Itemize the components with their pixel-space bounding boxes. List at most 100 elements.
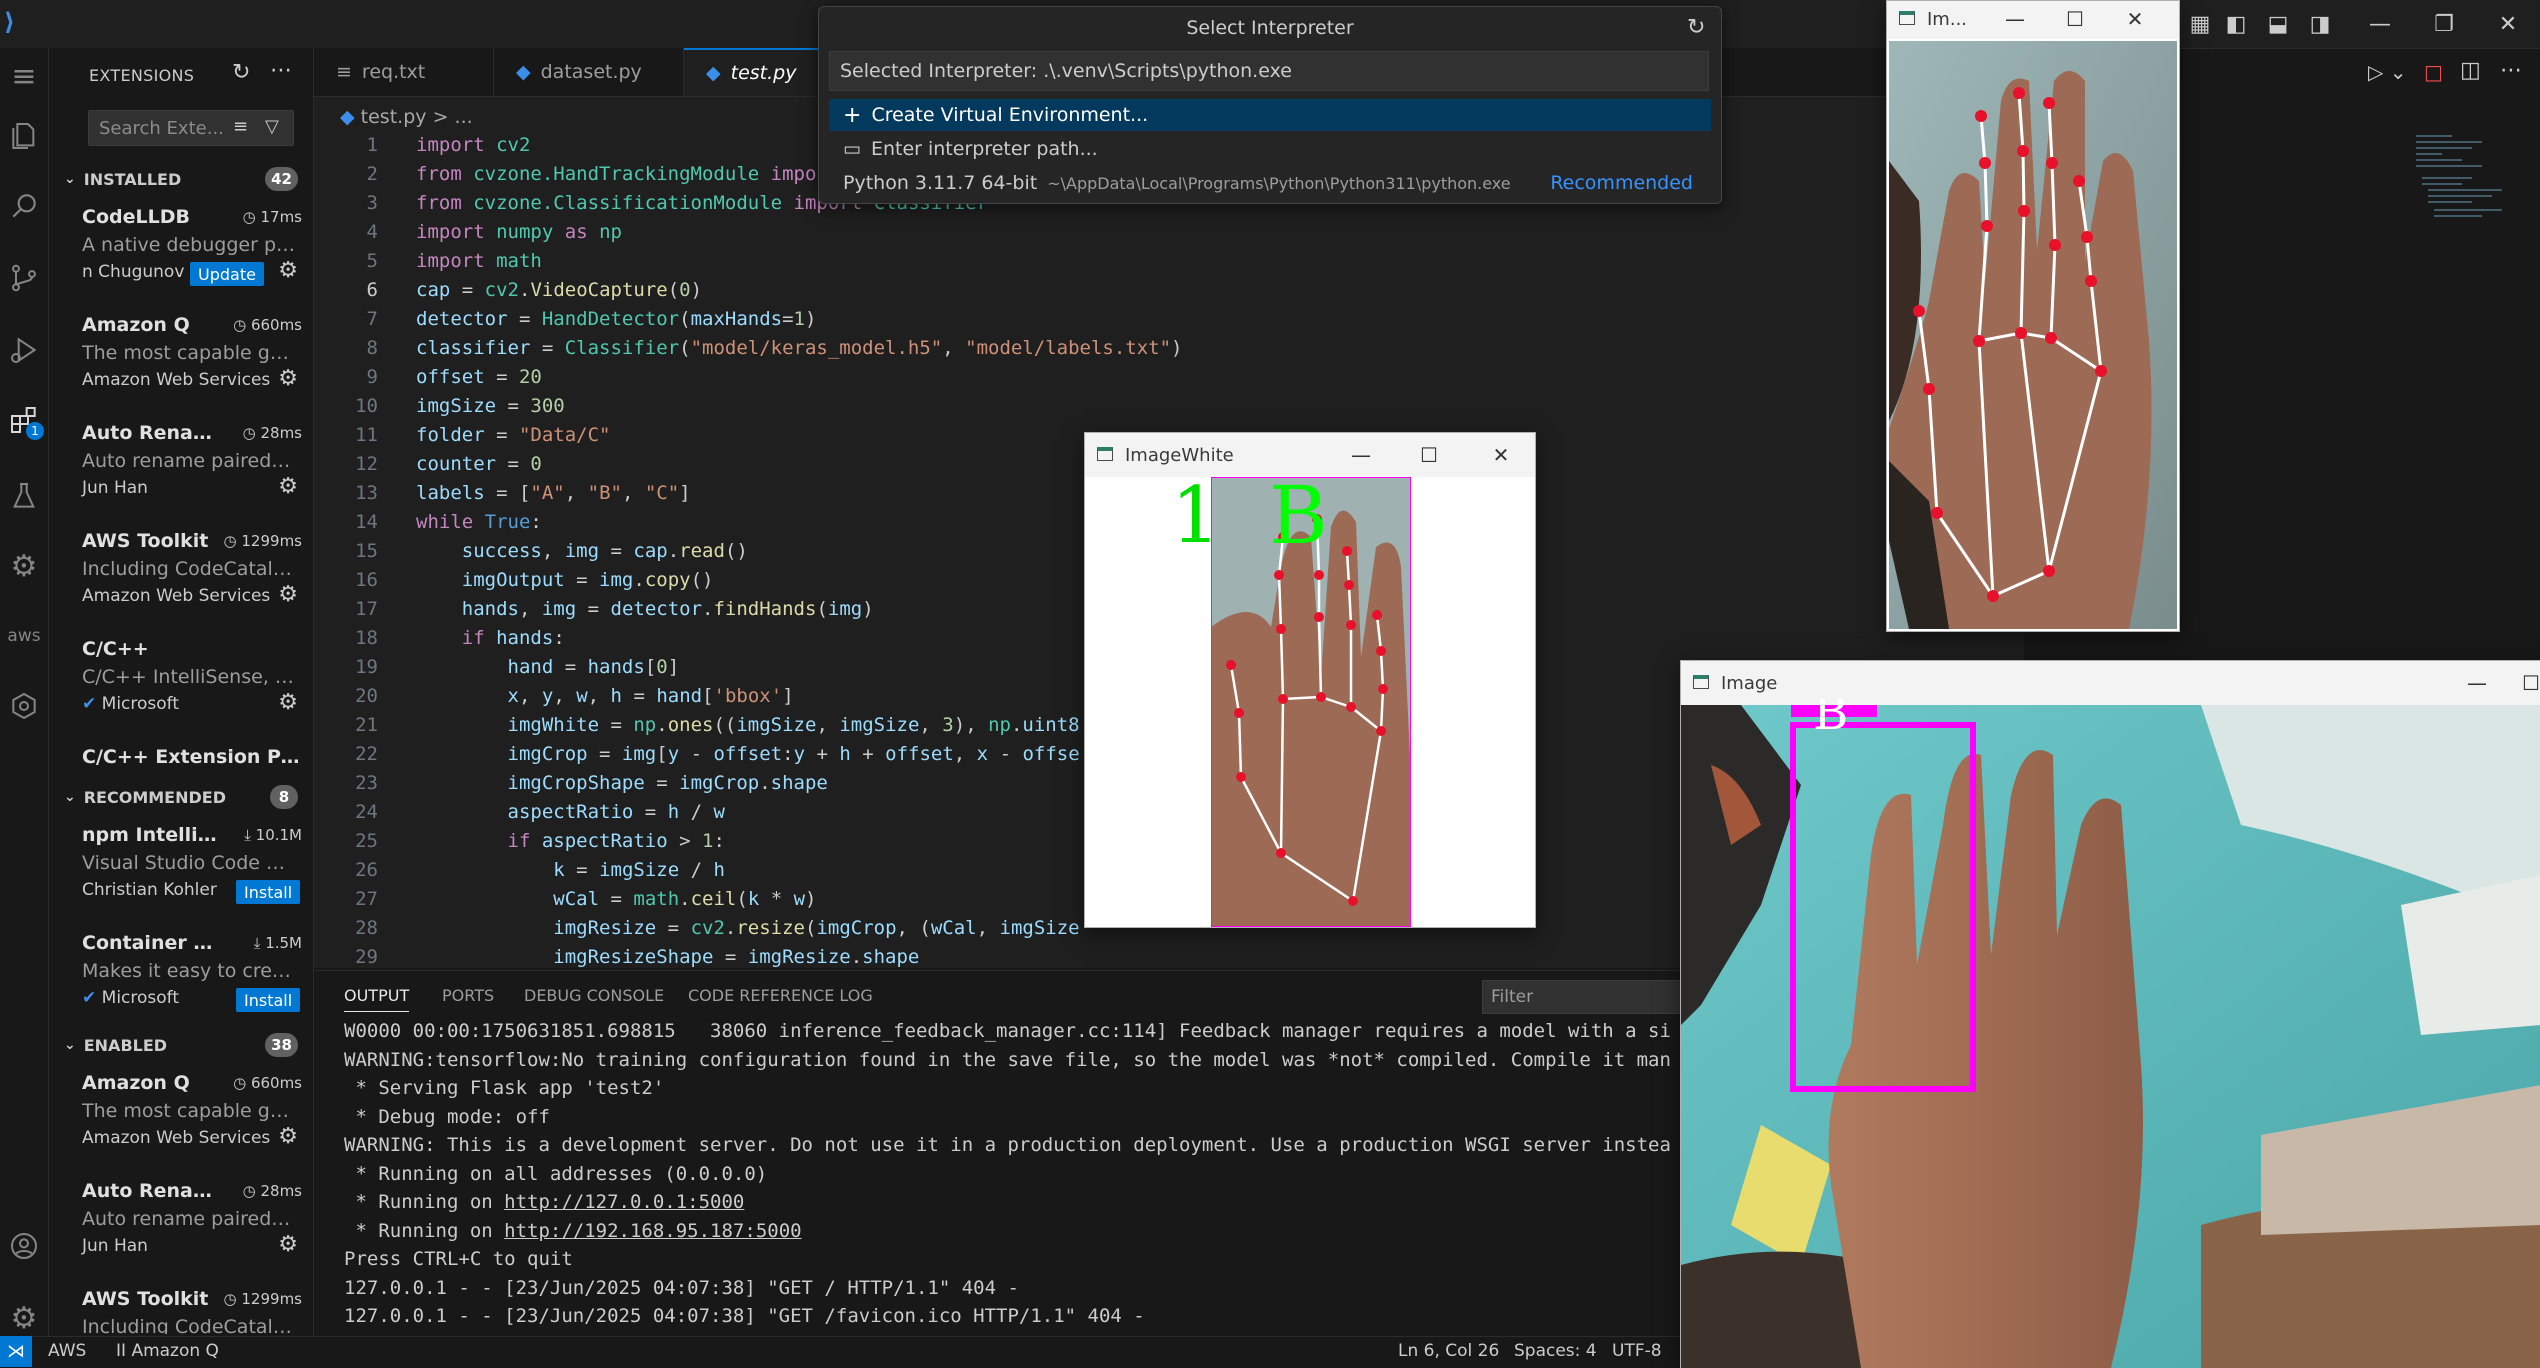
code-line[interactable]: wCal = math.ceil(k * w) [416, 888, 816, 910]
close-window-icon[interactable]: ✕ [2488, 6, 2528, 42]
code-line[interactable]: aspectRatio = h / w [416, 801, 725, 823]
code-line[interactable]: imgResize = cv2.resize(imgCrop, (wCal, i… [416, 917, 1079, 939]
breadcrumb-file[interactable]: test.py [361, 106, 427, 128]
minimize-icon[interactable]: — [1341, 441, 1381, 469]
run-python-icon[interactable]: ▷ ⌄ [2368, 60, 2407, 84]
status-encoding[interactable]: UTF-8 [1612, 1341, 1662, 1361]
extension-search-input[interactable]: Search Exte... ≡ ▽ [88, 110, 294, 146]
code-line[interactable]: hand = hands[0] [416, 656, 680, 678]
tab-test-py[interactable]: ◆ test.py [684, 48, 824, 96]
update-button[interactable]: Update [190, 262, 264, 286]
code-line[interactable]: x, y, w, h = hand['bbox'] [416, 685, 794, 707]
minimize-icon[interactable]: — [2360, 6, 2400, 42]
minimap[interactable] [2412, 130, 2522, 230]
tab-ports[interactable]: PORTS [442, 986, 494, 1005]
code-line[interactable]: imgSize = 300 [416, 395, 565, 417]
code-line[interactable]: imgOutput = img.copy() [416, 569, 714, 591]
manage-extension-gear-icon[interactable]: ⚙ [278, 366, 298, 391]
refresh-icon[interactable]: ↻ [232, 60, 250, 85]
status-aws[interactable]: AWS [48, 1341, 86, 1361]
install-button[interactable]: Install [236, 880, 301, 904]
explorer-icon[interactable] [0, 108, 48, 164]
code-line[interactable]: counter = 0 [416, 453, 542, 475]
installed-section-header[interactable]: ⌄ INSTALLED 42 [64, 164, 298, 194]
editor-more-icon[interactable]: ⋯ [2500, 58, 2522, 83]
tab-req-txt[interactable]: ≡ req.txt [314, 48, 494, 96]
tab-code-reference-log[interactable]: CODE REFERENCE LOG [688, 986, 873, 1005]
create-venv-option[interactable]: + Create Virtual Environment... [829, 99, 1711, 131]
clear-filter-icon[interactable]: ≡ [233, 116, 248, 137]
close-icon[interactable]: ✕ [2115, 5, 2155, 33]
manage-extension-gear-icon[interactable]: ⚙ [278, 1124, 298, 1149]
testing-icon[interactable] [0, 468, 48, 524]
status-amazon-q[interactable]: II Amazon Q [116, 1341, 219, 1361]
tab-output[interactable]: OUTPUT [344, 986, 410, 1012]
code-line[interactable]: labels = ["A", "B", "C"] [416, 482, 691, 504]
extension-item-amazon-q[interactable]: Amazon Q ◷ 660ms The most capable gen...… [82, 314, 302, 422]
close-icon[interactable]: ✕ [1481, 441, 1521, 469]
extension-item-auto-rename-enabled[interactable]: Auto Rename ... ◷ 28ms Auto rename paire… [82, 1180, 302, 1288]
code-line[interactable]: imgResizeShape = imgResize.shape [416, 946, 919, 968]
extension-item-aws-toolkit-enabled[interactable]: AWS Toolkit ◷ 1299ms Including CodeCatal… [82, 1288, 302, 1334]
maximize-icon[interactable]: ☐ [2055, 5, 2095, 33]
extension-item-amazon-q-enabled[interactable]: Amazon Q ◷ 660ms The most capable gen...… [82, 1072, 302, 1180]
code-line[interactable]: cap = cv2.VideoCapture(0) [416, 279, 702, 301]
remote-indicator-icon[interactable]: ⋊ [0, 1336, 32, 1367]
vscode-logo-icon[interactable]: ⟩ [4, 8, 28, 36]
stop-icon[interactable]: □ [2424, 60, 2443, 84]
breadcrumb-more[interactable]: ... [455, 106, 473, 128]
split-editor-icon[interactable]: ◫ [2460, 58, 2481, 83]
manage-extension-gear-icon[interactable]: ⚙ [278, 474, 298, 499]
customize-layout-icon[interactable]: ▦ [2180, 6, 2220, 42]
manage-extension-gear-icon[interactable]: ⚙ [278, 258, 298, 283]
status-cursor-position[interactable]: Ln 6, Col 26 [1398, 1341, 1499, 1361]
run-debug-icon[interactable] [0, 322, 48, 378]
tab-dataset-py[interactable]: ◆ dataset.py [494, 48, 684, 96]
code-line[interactable]: import cv2 [416, 134, 530, 156]
manage-extension-gear-icon[interactable]: ⚙ [278, 1232, 298, 1257]
extension-item-cpp-pack[interactable]: C/C++ Extension Pack [82, 746, 302, 780]
extension-item-cpp[interactable]: C/C++ C/C++ IntelliSense, de... ✔ Micros… [82, 638, 302, 746]
code-line[interactable]: import math [416, 250, 542, 272]
enabled-section-header[interactable]: ⌄ ENABLED 38 [64, 1030, 298, 1060]
code-line[interactable]: if hands: [416, 627, 565, 649]
code-line[interactable]: imgWhite = np.ones((imgSize, imgSize, 3)… [416, 714, 1080, 736]
maximize-icon[interactable]: ☐ [1409, 441, 1449, 469]
manage-extension-gear-icon[interactable]: ⚙ [278, 582, 298, 607]
toggle-primary-sidebar-icon[interactable]: ◧ [2216, 6, 2256, 42]
extension-item-container-tools[interactable]: Container To... ⤓ 1.5M Makes it easy to … [82, 932, 302, 1040]
code-line[interactable]: hands, img = detector.findHands(img) [416, 598, 874, 620]
source-control-icon[interactable] [0, 250, 48, 306]
python-interpreter-option[interactable]: Python 3.11.7 64-bit ~\AppData\Local\Pro… [829, 167, 1711, 199]
manage-extension-gear-icon[interactable]: ⚙ [278, 690, 298, 715]
camera-image-window[interactable]: Image — ☐ B [1680, 660, 2540, 1368]
enter-interpreter-path-option[interactable]: ▭ Enter interpreter path... [829, 133, 1711, 165]
breadcrumb[interactable]: ◆ test.py > ... [340, 106, 473, 128]
extension-item-codelldb[interactable]: CodeLLDB ◷ 17ms A native debugger po... … [82, 206, 302, 314]
extension-item-aws-toolkit[interactable]: AWS Toolkit ◷ 1299ms Including CodeCatal… [82, 530, 302, 638]
image-white-window[interactable]: ImageWhite — ☐ ✕ 1 B [1084, 432, 1536, 928]
code-line[interactable]: folder = "Data/C" [416, 424, 610, 446]
toggle-panel-icon[interactable]: ⬓ [2258, 6, 2298, 42]
code-line[interactable]: detector = HandDetector(maxHands=1) [416, 308, 816, 330]
aws-icon[interactable]: aws [0, 608, 48, 664]
output-filter-input[interactable]: Filter [1482, 980, 1712, 1014]
toggle-secondary-sidebar-icon[interactable]: ◨ [2300, 6, 2340, 42]
install-button[interactable]: Install [236, 988, 301, 1012]
window-titlebar[interactable]: Image — ☐ [1681, 661, 2540, 705]
account-icon[interactable] [0, 1218, 48, 1274]
gear-settings-icon[interactable]: ⚙ [0, 538, 48, 594]
code-line[interactable]: offset = 20 [416, 366, 542, 388]
restore-icon[interactable]: ❐ [2424, 6, 2464, 42]
code-line[interactable]: classifier = Classifier("model/keras_mod… [416, 337, 1182, 359]
minimize-icon[interactable]: — [2457, 669, 2497, 697]
hand-crop-window[interactable]: Im... — ☐ ✕ [1886, 0, 2180, 632]
code-line[interactable]: if aspectRatio > 1: [416, 830, 725, 852]
minimize-icon[interactable]: — [1995, 5, 2035, 33]
status-indentation[interactable]: Spaces: 4 [1514, 1341, 1597, 1361]
search-icon[interactable] [0, 178, 48, 234]
network-link[interactable]: http://192.168.95.187:5000 [504, 1220, 801, 1242]
interpreter-input[interactable]: Selected Interpreter: .\.venv\Scripts\py… [829, 51, 1709, 91]
code-line[interactable]: from cvzone.HandTrackingModule impo [416, 163, 816, 185]
localhost-link[interactable]: http://127.0.0.1:5000 [504, 1191, 744, 1213]
